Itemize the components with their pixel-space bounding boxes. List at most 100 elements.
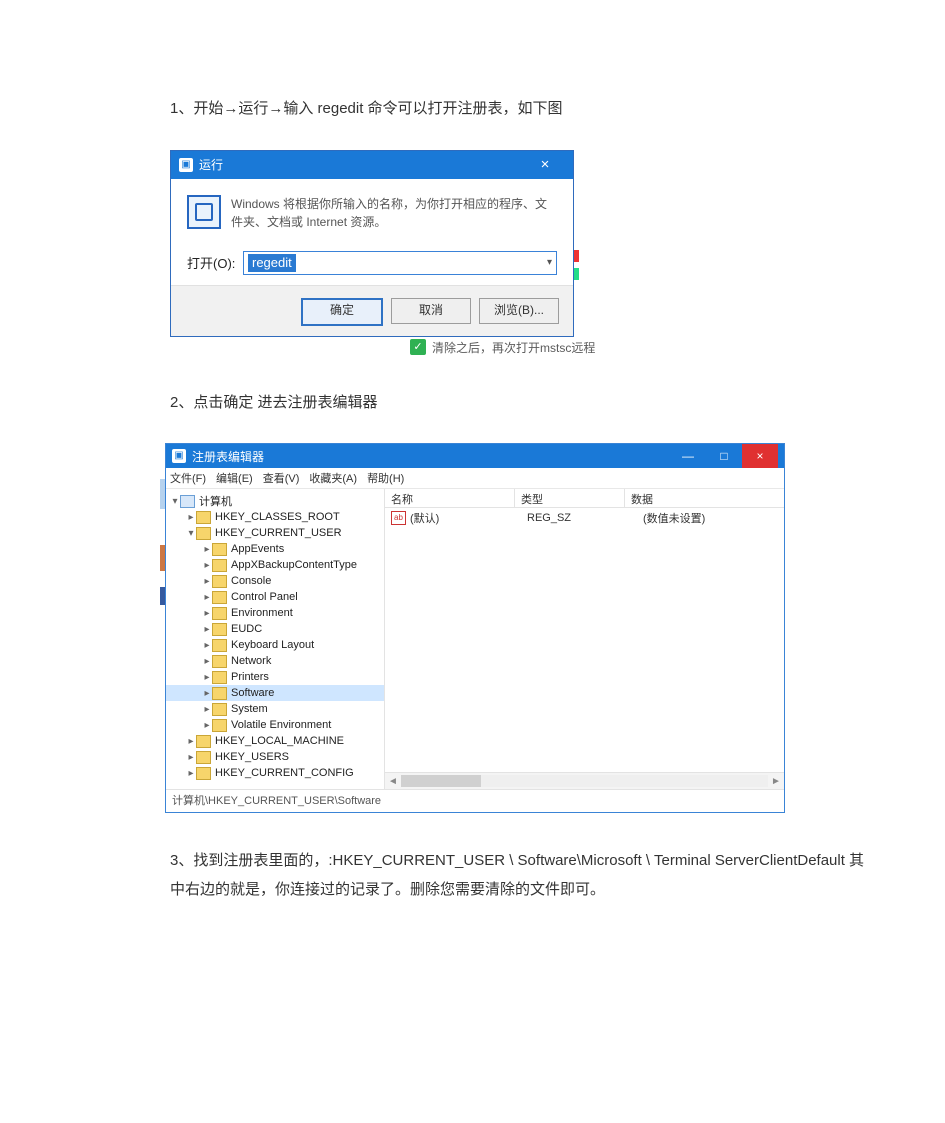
tree-twisty-icon[interactable]: ▸ [186,752,196,763]
run-open-combobox[interactable]: regedit ▾ [243,251,557,275]
folder-icon [212,559,227,572]
row-type: REG_SZ [521,512,637,524]
col-name[interactable]: 名称 [385,489,515,507]
tree-twisty-icon[interactable]: ▾ [186,528,196,539]
regedit-menubar: 文件(F) 编辑(E) 查看(V) 收藏夹(A) 帮助(H) [166,468,784,489]
regedit-titlebar[interactable]: ▣ 注册表编辑器 — □ × [166,444,784,468]
folder-icon [196,735,211,748]
regedit-tree[interactable]: ▾计算机▸HKEY_CLASSES_ROOT▾HKEY_CURRENT_USER… [166,489,385,789]
col-type[interactable]: 类型 [515,489,625,507]
tree-twisty-icon[interactable]: ▸ [202,688,212,699]
tree-twisty-icon[interactable]: ▸ [202,672,212,683]
tree-item[interactable]: ▸ HKEY_LOCAL_MACHINE [166,733,384,749]
minimize-button[interactable]: — [670,449,706,463]
tree-item[interactable]: ▸ Console [166,573,384,589]
tree-item-label: Keyboard Layout [231,639,314,651]
cancel-button[interactable]: 取消 [391,298,471,324]
tree-item[interactable]: ▸ Environment [166,605,384,621]
ok-button[interactable]: 确定 [301,298,383,326]
tree-item-label: Control Panel [231,591,298,603]
regedit-window: ▣ 注册表编辑器 — □ × 文件(F) 编辑(E) 查看(V) 收藏夹(A) … [165,443,785,813]
tree-item[interactable]: ▸ Software [166,685,384,701]
regedit-statusbar: 计算机\HKEY_CURRENT_USER\Software [166,789,784,812]
tree-item[interactable]: ▸ Control Panel [166,589,384,605]
tree-item[interactable]: ▸ EUDC [166,621,384,637]
tree-item-label: AppXBackupContentType [231,559,357,571]
run-dialog-titlebar[interactable]: ▣ 运行 × [171,151,573,179]
browse-button[interactable]: 浏览(B)... [479,298,559,324]
computer-icon [180,495,195,508]
tree-twisty-icon[interactable]: ▸ [186,512,196,523]
tree-item[interactable]: ▸ Keyboard Layout [166,637,384,653]
tree-item-label: AppEvents [231,543,284,555]
close-button[interactable]: × [742,444,778,468]
chevron-down-icon[interactable]: ▾ [547,257,552,268]
folder-icon [212,671,227,684]
under-caption-text: 清除之后，再次打开mstsc远程 [432,339,595,356]
close-icon[interactable]: × [525,156,565,173]
row-data: (数值未设置) [637,510,784,526]
folder-icon [196,511,211,524]
decorative-bars [574,150,579,337]
tree-item-label: Environment [231,607,293,619]
tree-twisty-icon[interactable]: ▸ [186,768,196,779]
folder-icon [196,767,211,780]
tree-twisty-icon[interactable]: ▸ [202,640,212,651]
tree-twisty-icon[interactable]: ▸ [202,560,212,571]
tree-item-label: Software [231,687,274,699]
tree-item[interactable]: ▾计算机 [166,493,384,509]
tree-twisty-icon[interactable]: ▸ [202,544,212,555]
folder-icon [196,527,211,540]
document-page: 1、开始→运行→输入 regedit 命令可以打开注册表，如下图 ▣ 运行 × … [0,0,945,1123]
tree-item[interactable]: ▸ HKEY_CURRENT_CONFIG [166,765,384,781]
tree-twisty-icon[interactable]: ▸ [202,656,212,667]
folder-icon [212,591,227,604]
menu-file[interactable]: 文件(F) [170,470,206,486]
scroll-thumb[interactable] [401,775,481,787]
tree-twisty-icon[interactable]: ▸ [186,736,196,747]
tree-item[interactable]: ▸HKEY_CLASSES_ROOT [166,509,384,525]
tree-item[interactable]: ▸ Volatile Environment [166,717,384,733]
tree-item[interactable]: ▸System [166,701,384,717]
menu-view[interactable]: 查看(V) [263,470,300,486]
tree-twisty-icon[interactable]: ▸ [202,592,212,603]
tree-item[interactable]: ▾HKEY_CURRENT_USER [166,525,384,541]
tree-item[interactable]: ▸Network [166,653,384,669]
tree-twisty-icon[interactable]: ▸ [202,576,212,587]
green-badge-icon: ✓ [410,339,426,355]
folder-icon [212,687,227,700]
maximize-button[interactable]: □ [706,449,742,463]
tree-twisty-icon[interactable]: ▸ [202,720,212,731]
step-3-text: 3、找到注册表里面的，:HKEY_CURRENT_USER \ Software… [170,847,865,904]
regedit-rows: ab(默认) REG_SZ (数值未设置) [385,508,784,772]
figure-1-under-caption: ✓ 清除之后，再次打开mstsc远程 [170,339,885,356]
menu-help[interactable]: 帮助(H) [367,470,404,486]
tree-twisty-icon[interactable]: ▸ [202,608,212,619]
folder-icon [212,655,227,668]
tree-item-label: HKEY_USERS [215,751,289,763]
col-data[interactable]: 数据 [625,489,784,507]
tree-item-label: EUDC [231,623,262,635]
tree-twisty-icon[interactable]: ▸ [202,704,212,715]
menu-edit[interactable]: 编辑(E) [216,470,253,486]
tree-item-label: HKEY_CURRENT_CONFIG [215,767,354,779]
tree-twisty-icon[interactable]: ▸ [202,624,212,635]
folder-icon [212,607,227,620]
tree-item[interactable]: ▸ AppXBackupContentType [166,557,384,573]
scroll-left-icon[interactable]: ◄ [385,776,401,787]
tree-item-label: Volatile Environment [231,719,331,731]
scroll-right-icon[interactable]: ► [768,776,784,787]
tree-item[interactable]: ▸ AppEvents [166,541,384,557]
tree-item-label: HKEY_LOCAL_MACHINE [215,735,344,747]
tree-item[interactable]: ▸Printers [166,669,384,685]
regedit-hscrollbar[interactable]: ◄ ► [385,772,784,789]
tree-twisty-icon[interactable]: ▾ [170,496,180,507]
tree-item-label: Console [231,575,271,587]
run-dialog-title: 运行 [199,156,525,173]
tree-item[interactable]: ▸ HKEY_USERS [166,749,384,765]
regedit-default-row[interactable]: ab(默认) REG_SZ (数值未设置) [385,510,784,526]
menu-fav[interactable]: 收藏夹(A) [309,470,357,486]
regedit-title-icon: ▣ [172,449,186,463]
run-dialog-title-icon: ▣ [179,158,193,172]
run-open-value: regedit [248,254,296,272]
